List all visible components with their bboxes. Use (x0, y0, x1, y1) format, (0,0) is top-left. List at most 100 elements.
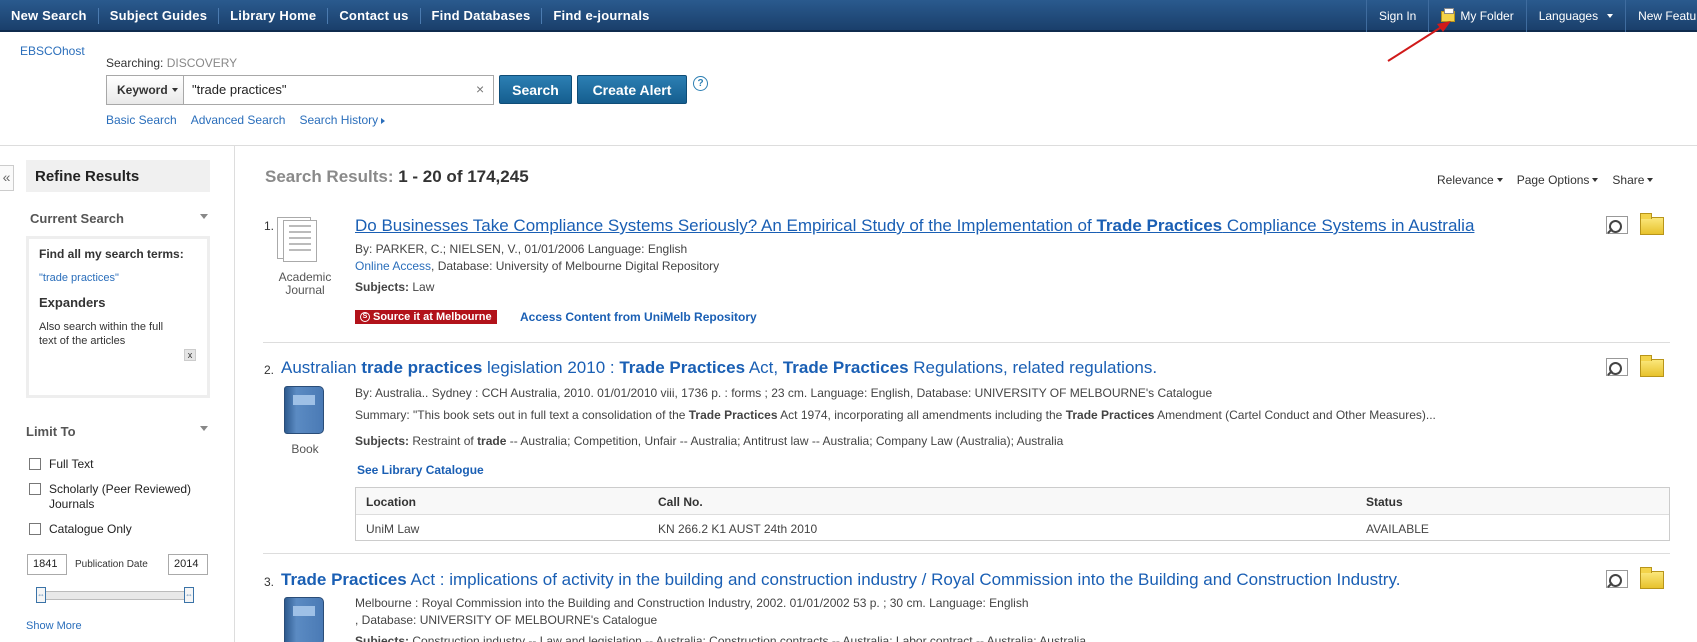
checkbox[interactable] (29, 458, 41, 470)
help-icon[interactable]: ? (693, 76, 708, 91)
result-title-link[interactable]: Australian trade practices legislation 2… (281, 358, 1157, 378)
subjects-part[interactable]: -- Australia; Competition, Unfair -- Aus… (506, 434, 1064, 448)
chevron-down-icon[interactable] (200, 426, 208, 431)
clear-icon[interactable]: × (476, 81, 484, 97)
refine-results-heading: Refine Results (26, 160, 210, 192)
holdings-status: AVAILABLE (1366, 522, 1429, 536)
see-library-catalogue-link[interactable]: See Library Catalogue (357, 463, 484, 477)
nav-find-databases[interactable]: Find Databases (421, 8, 543, 24)
summary-part: Act 1974, incorporating all amendments i… (777, 408, 1066, 422)
result-database: , Database: UNIVERSITY OF MELBOURNE's Ca… (355, 613, 658, 627)
add-to-folder-icon[interactable] (1640, 355, 1664, 377)
results-range: 1 - 20 of 174,245 (398, 167, 529, 186)
nav-subject-guides[interactable]: Subject Guides (99, 8, 220, 24)
nav-contact-us[interactable]: Contact us (328, 8, 421, 24)
results-toolbar: Relevance Page Options Share (1437, 173, 1654, 187)
result-byline: Melbourne : Royal Commission into the Bu… (355, 596, 1029, 610)
year-to-input[interactable]: 2014 (168, 554, 208, 575)
remove-expander-button[interactable]: x (184, 349, 196, 361)
date-slider-max-handle[interactable]: ⇔ (184, 587, 194, 603)
year-from-input[interactable]: 1841 (27, 554, 67, 575)
title-part: Act, (745, 358, 783, 377)
result-separator (263, 553, 1670, 554)
share-menu[interactable]: Share (1612, 173, 1654, 187)
basic-search-link[interactable]: Basic Search (106, 113, 177, 127)
chevron-down-icon (1592, 178, 1599, 182)
holdings-col-callno: Call No. (658, 495, 703, 509)
advanced-search-link[interactable]: Advanced Search (191, 113, 286, 127)
access-content-link[interactable]: Access Content from UniMelb Repository (520, 310, 757, 324)
text-line (289, 231, 311, 233)
nav-find-ejournals[interactable]: Find e-journals (542, 8, 660, 24)
subjects-value[interactable]: Construction industry -- Law and legisla… (412, 634, 1086, 642)
limit-full-text[interactable]: Full Text (29, 457, 93, 471)
result-subjects: Subjects: Law (355, 280, 434, 294)
result-type-label: Academic Journal (278, 270, 332, 297)
new-features-link[interactable]: New Featu (1625, 0, 1697, 32)
search-term-link[interactable]: "trade practices" (39, 272, 197, 284)
nav-library-home[interactable]: Library Home (219, 8, 329, 24)
title-part: Regulations, related regulations. (908, 358, 1158, 377)
create-alert-button[interactable]: Create Alert (577, 75, 687, 104)
text-line (289, 225, 311, 227)
result-subjects: Subjects: Restraint of trade -- Australi… (355, 434, 1063, 448)
searching-prefix: Searching: (106, 56, 164, 70)
sidebar-divider (234, 146, 235, 642)
subjects-label: Subjects: (355, 434, 410, 448)
chevron-down-icon[interactable] (200, 214, 208, 219)
chevron-down-icon (1607, 14, 1614, 18)
holdings-table: Location Call No. Status UniM Law KN 266… (355, 487, 1670, 541)
nav-new-search[interactable]: New Search (0, 8, 99, 24)
result-byline: By: PARKER, C.; NIELSEN, V., 01/01/2006 … (355, 242, 688, 256)
subjects-highlight[interactable]: trade (477, 434, 506, 448)
holdings-callno: KN 266.2 K1 AUST 24th 2010 (658, 522, 818, 536)
search-input[interactable]: "trade practices" (183, 75, 494, 105)
field-select[interactable]: Keyword (106, 75, 184, 105)
online-access-link[interactable]: Online Access (355, 259, 431, 273)
source-it-icon: S (360, 312, 370, 322)
date-slider-track[interactable] (40, 591, 193, 600)
current-search-heading[interactable]: Current Search (30, 211, 124, 226)
checkbox[interactable] (29, 483, 41, 495)
limit-catalogue-label: Catalogue Only (49, 522, 132, 536)
limit-scholarly[interactable]: Scholarly (Peer Reviewed) Journals (29, 482, 209, 512)
title-highlight: trade practices (361, 358, 483, 377)
limit-catalogue-only[interactable]: Catalogue Only (29, 522, 132, 536)
result-title-link[interactable]: Trade Practices Act : implications of ac… (281, 570, 1400, 590)
result-title-link[interactable]: Do Businesses Take Compliance Systems Se… (355, 216, 1474, 236)
date-slider-min-handle[interactable]: ⇔ (36, 587, 46, 603)
title-part: Act : implications of activity in the bu… (406, 570, 1401, 589)
annotation-arrow (1387, 21, 1451, 62)
page-options-label: Page Options (1516, 173, 1590, 187)
preview-icon[interactable] (1606, 216, 1628, 234)
page-options-menu[interactable]: Page Options (1517, 173, 1599, 187)
subjects-value[interactable]: Law (412, 280, 434, 294)
preview-icon[interactable] (1606, 570, 1628, 588)
preview-icon[interactable] (1606, 358, 1628, 376)
limit-to-heading[interactable]: Limit To (26, 424, 76, 439)
subjects-part[interactable]: Restraint of (412, 434, 477, 448)
search-history-link[interactable]: Search History (299, 113, 386, 127)
result-type-label: Book (291, 442, 319, 456)
results-label: Search Results: (265, 167, 394, 186)
sort-relevance[interactable]: Relevance (1437, 173, 1503, 187)
my-folder-label: My Folder (1460, 9, 1514, 23)
limit-scholarly-label: Scholarly (Peer Reviewed) Journals (49, 482, 192, 511)
title-part: Do Businesses Take Compliance Systems Se… (355, 216, 1097, 235)
title-highlight: Trade Practices (281, 570, 407, 589)
languages-menu[interactable]: Languages (1525, 0, 1625, 32)
add-to-folder-icon[interactable] (1640, 213, 1664, 235)
text-line (289, 249, 311, 251)
result-byline: By: Australia.. Sydney : CCH Australia, … (355, 386, 1213, 400)
collapse-sidebar-button[interactable]: « (0, 165, 14, 191)
ebscohost-logo[interactable]: EBSCOhost (20, 44, 85, 58)
search-button[interactable]: Search (499, 75, 572, 104)
show-more-link[interactable]: Show More (26, 620, 82, 632)
expander-text: Also search within the full text of the … (39, 321, 164, 347)
source-it-badge[interactable]: S Source it at Melbourne (355, 310, 497, 324)
checkbox[interactable] (29, 523, 41, 535)
result-separator (263, 342, 1670, 343)
searching-label: Searching: DISCOVERY (106, 56, 237, 70)
searching-database[interactable]: DISCOVERY (167, 56, 237, 70)
add-to-folder-icon[interactable] (1640, 567, 1664, 589)
